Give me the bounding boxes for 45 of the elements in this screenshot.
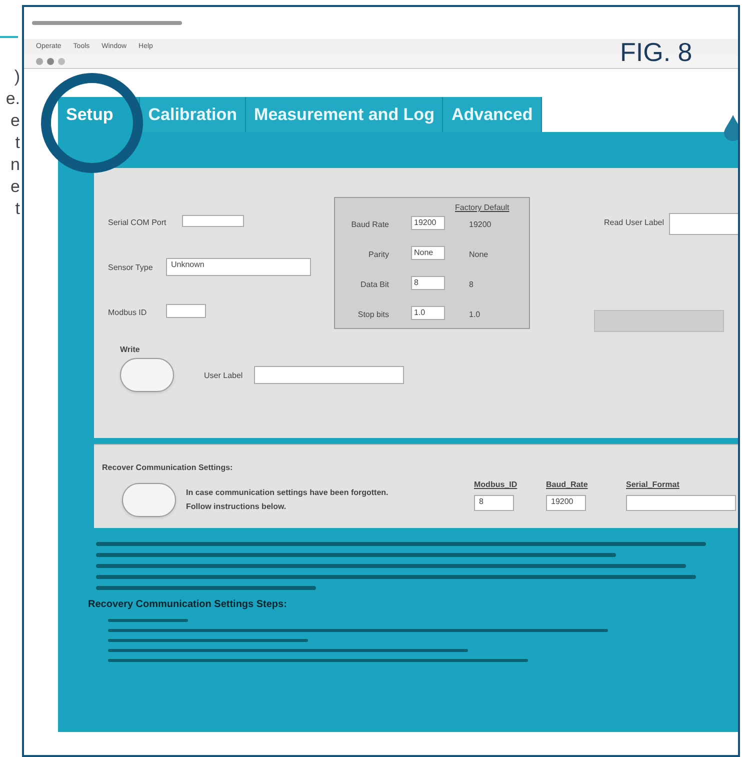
- value-field[interactable]: [626, 495, 736, 511]
- field-label: Serial COM Port: [108, 217, 166, 229]
- field-label: Baud Rate: [350, 219, 389, 231]
- recover-button[interactable]: [122, 483, 176, 517]
- user-label-field[interactable]: [254, 366, 404, 384]
- modbus-id-field[interactable]: [166, 304, 206, 318]
- write-button[interactable]: [120, 358, 174, 392]
- sensor-type-field[interactable]: Unknown: [166, 258, 311, 276]
- message: In case communication settings have been forgotten.: [186, 487, 388, 499]
- section-title: Recover Communication Settings:: [102, 462, 233, 474]
- message: Follow instructions below.: [186, 501, 286, 513]
- field-label: Read User Label: [604, 217, 664, 229]
- column-label: Baud_Rate: [546, 479, 588, 491]
- text-fragment: e: [10, 176, 20, 198]
- value-field[interactable]: 8: [411, 276, 445, 290]
- value-field[interactable]: 19200: [546, 495, 586, 511]
- text-fragment: e.: [6, 88, 20, 110]
- steps-heading: Recovery Communication Settings Steps:: [88, 598, 288, 612]
- factory-default-link[interactable]: Factory Default: [455, 202, 510, 214]
- firmware-field[interactable]: [594, 310, 724, 332]
- default-value: None: [469, 249, 488, 261]
- column-label: Serial_Format: [626, 479, 680, 491]
- column-label: Modbus_ID: [474, 479, 518, 491]
- field-label: Data Bit: [360, 279, 389, 291]
- value-field[interactable]: 1.0: [411, 306, 445, 320]
- field-label: Parity: [368, 249, 389, 261]
- figure-label: FIG. 8: [620, 36, 692, 69]
- port-dropdown[interactable]: [182, 215, 244, 227]
- default-value: 8: [469, 279, 474, 291]
- value-field[interactable]: 19200: [411, 216, 445, 230]
- text-fragment: n: [10, 154, 20, 176]
- field-label: Stop bits: [356, 309, 389, 321]
- text-fragment: ): [14, 66, 20, 88]
- default-value: 1.0: [469, 309, 480, 321]
- text-fragment: e: [10, 110, 20, 132]
- text-fragment: t: [15, 132, 20, 154]
- droplet-icon: [724, 115, 738, 141]
- field-label: Modbus ID: [108, 307, 147, 319]
- text-fragment: t: [15, 198, 20, 220]
- value-field[interactable]: None: [411, 246, 445, 260]
- default-value: 19200: [469, 219, 492, 231]
- field-label: User Label: [204, 370, 243, 382]
- write-label: Write: [120, 344, 140, 356]
- field-label: Sensor Type: [108, 262, 153, 274]
- value-field[interactable]: 8: [474, 495, 514, 511]
